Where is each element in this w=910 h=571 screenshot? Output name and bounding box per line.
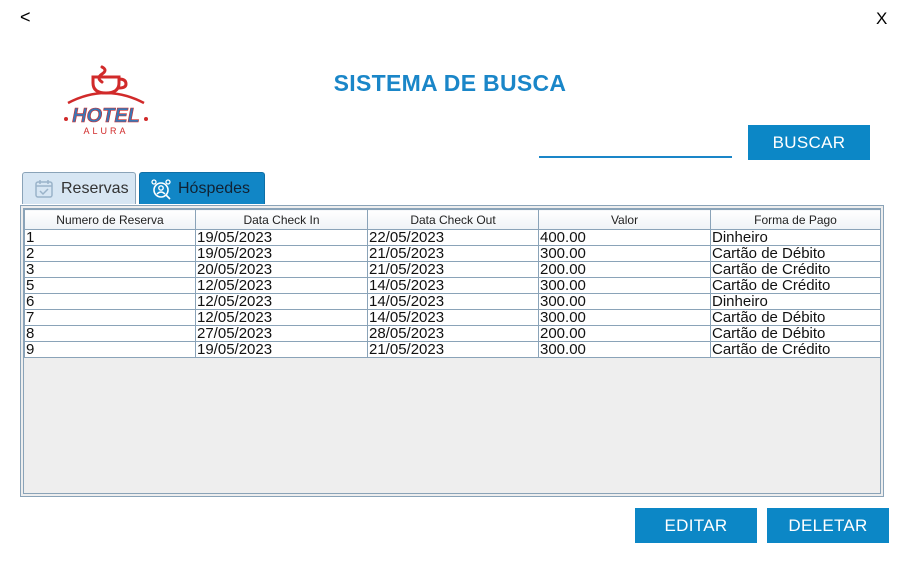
cell-forma-pago[interactable]: Dinheiro [710,293,881,310]
cell-forma-pago[interactable]: Cartão de Débito [710,325,881,342]
cell-check-in[interactable]: 19/05/2023 [195,245,368,262]
table-row[interactable]: 1 19/05/2023 22/05/2023 400.00 Dinheiro [24,229,881,246]
column-header-forma-pago[interactable]: Forma de Pago [710,209,881,230]
cell-check-in[interactable]: 19/05/2023 [195,229,368,246]
cell-check-out[interactable]: 21/05/2023 [367,341,539,358]
cell-forma-pago[interactable]: Cartão de Débito [710,245,881,262]
table-header-row: Numero de Reserva Data Check In Data Che… [24,209,881,230]
cell-check-out[interactable]: 14/05/2023 [367,309,539,326]
delete-button[interactable]: DELETAR [767,508,889,543]
hotel-alura-logo: HOTEL ALURA [64,65,148,136]
cell-numero[interactable]: 7 [24,309,196,326]
cell-check-in[interactable]: 12/05/2023 [195,277,368,294]
coffee-cup-icon [91,65,128,95]
table-row[interactable]: 8 27/05/2023 28/05/2023 200.00 Cartão de… [24,325,881,342]
search-button[interactable]: BUSCAR [748,125,870,160]
cell-numero[interactable]: 1 [24,229,196,246]
cell-forma-pago[interactable]: Cartão de Débito [710,309,881,326]
calendar-check-icon [35,179,53,198]
cell-forma-pago[interactable]: Cartão de Crédito [710,341,881,358]
guests-search-icon [151,178,171,200]
tab-reservas-label: Reservas [61,179,129,197]
cell-valor[interactable]: 200.00 [538,325,711,342]
cell-numero[interactable]: 8 [24,325,196,342]
table-row[interactable]: 2 19/05/2023 21/05/2023 300.00 Cartão de… [24,245,881,262]
cell-valor[interactable]: 300.00 [538,341,711,358]
cell-valor[interactable]: 400.00 [538,229,711,246]
cell-check-in[interactable]: 12/05/2023 [195,293,368,310]
cell-valor[interactable]: 300.00 [538,309,711,326]
column-header-check-out[interactable]: Data Check Out [367,209,539,230]
tab-reservas[interactable]: Reservas [22,172,136,204]
table-row[interactable]: 3 20/05/2023 21/05/2023 200.00 Cartão de… [24,261,881,278]
edit-button[interactable]: EDITAR [635,508,757,543]
search-input[interactable] [539,130,732,158]
table-scroll-area: Numero de Reserva Data Check In Data Che… [23,208,881,494]
cell-check-in[interactable]: 12/05/2023 [195,309,368,326]
cell-check-in[interactable]: 27/05/2023 [195,325,368,342]
tab-hospedes[interactable]: Hóspedes [139,172,265,204]
cell-forma-pago[interactable]: Cartão de Crédito [710,277,881,294]
reservations-table: Numero de Reserva Data Check In Data Che… [24,209,881,358]
cell-check-in[interactable]: 20/05/2023 [195,261,368,278]
cell-valor[interactable]: 300.00 [538,277,711,294]
cell-numero[interactable]: 6 [24,293,196,310]
cell-check-in[interactable]: 19/05/2023 [195,341,368,358]
cell-check-out[interactable]: 22/05/2023 [367,229,539,246]
cell-numero[interactable]: 9 [24,341,196,358]
column-header-check-in[interactable]: Data Check In [195,209,368,230]
logo-sub: ALURA [83,126,128,136]
cell-forma-pago[interactable]: Dinheiro [710,229,881,246]
cell-check-out[interactable]: 21/05/2023 [367,245,539,262]
logo-brand: HOTEL [72,105,140,127]
tab-hospedes-label: Hóspedes [178,179,251,197]
table-row[interactable]: 9 19/05/2023 21/05/2023 300.00 Cartão de… [24,341,881,358]
close-button[interactable]: X [876,9,887,29]
cell-valor[interactable]: 300.00 [538,293,711,310]
cell-check-out[interactable]: 14/05/2023 [367,277,539,294]
cell-numero[interactable]: 5 [24,277,196,294]
page-title: SISTEMA DE BUSCA [333,70,567,96]
cell-numero[interactable]: 2 [24,245,196,262]
column-header-valor[interactable]: Valor [538,209,711,230]
cell-forma-pago[interactable]: Cartão de Crédito [710,261,881,278]
table-row[interactable]: 5 12/05/2023 14/05/2023 300.00 Cartão de… [24,277,881,294]
column-header-numero[interactable]: Numero de Reserva [24,209,196,230]
cell-valor[interactable]: 200.00 [538,261,711,278]
cell-valor[interactable]: 300.00 [538,245,711,262]
table-row[interactable]: 7 12/05/2023 14/05/2023 300.00 Cartão de… [24,309,881,326]
tab-panel: Numero de Reserva Data Check In Data Che… [20,205,884,497]
cell-check-out[interactable]: 21/05/2023 [367,261,539,278]
cell-numero[interactable]: 3 [24,261,196,278]
cell-check-out[interactable]: 14/05/2023 [367,293,539,310]
table-row[interactable]: 6 12/05/2023 14/05/2023 300.00 Dinheiro [24,293,881,310]
back-button[interactable]: < [20,7,31,27]
cell-check-out[interactable]: 28/05/2023 [367,325,539,342]
